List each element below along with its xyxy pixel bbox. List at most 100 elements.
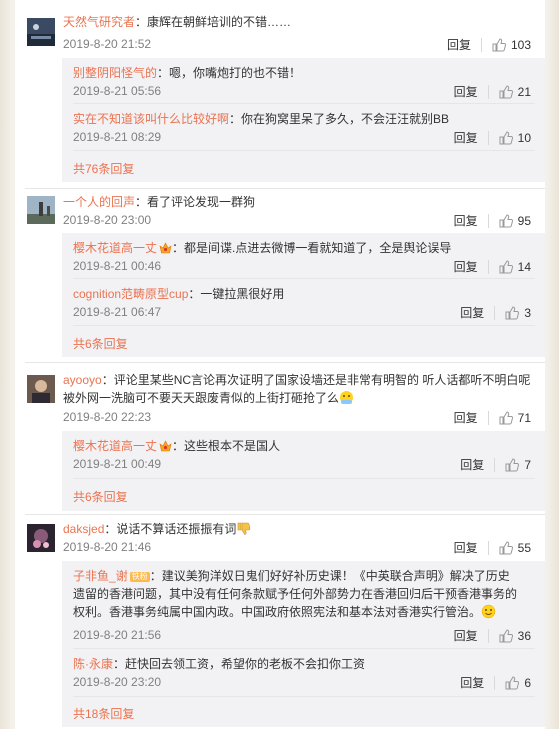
like-count: 103 (510, 37, 531, 52)
like-count: 21 (517, 84, 531, 99)
comment-text-line-2: 被外网一洗脑可不要天天跟废青似的上街打砸抢了么 (63, 391, 340, 405)
separator (487, 410, 489, 425)
thumbs-up-icon[interactable] (499, 410, 513, 425)
thumbs-up-icon[interactable] (499, 213, 513, 228)
reply-actions: 回复 6 (460, 674, 531, 691)
reply-text: ：这些根本不是国人 (172, 439, 281, 453)
avatar[interactable] (27, 18, 55, 46)
reply-list: 子非鱼_谢 铁粉 ：建议美狗洋奴日鬼们好好补历史课！《中英联合声明》解决了历史 遗留… (62, 561, 545, 727)
thumbs-down-emoji-icon (238, 522, 251, 535)
like-count: 6 (524, 675, 531, 690)
reply-button[interactable]: 回复 (454, 409, 478, 426)
more-replies-link[interactable]: 共6条回复 (73, 335, 128, 352)
fan-badge: 铁粉 (129, 572, 150, 582)
comment-author[interactable]: ayooyo (63, 373, 102, 387)
separator (487, 259, 489, 274)
comment-text: ：康辉在朝鲜培训的不错…… (135, 15, 292, 29)
thumbs-up-icon[interactable] (505, 305, 520, 320)
comment-actions: 回复 55 (454, 539, 531, 556)
reply-author[interactable]: 陈·永康 (73, 657, 113, 671)
divider (73, 278, 535, 279)
reply-author[interactable]: 别整阴阳怪气的 (73, 66, 157, 80)
comment-author[interactable]: 一个人的回声 (63, 195, 135, 209)
vip-crown-icon (159, 242, 172, 254)
comment-author[interactable]: daksjed (63, 522, 104, 536)
like-count: 55 (517, 540, 531, 555)
reply-text: ：一键拉黑很好用 (188, 287, 285, 301)
avatar[interactable] (27, 196, 55, 224)
thumbs-up-icon[interactable] (499, 259, 513, 274)
reply-text: ：建议美狗洋奴日鬼们好好补历史课！《中英联合声明》解决了历史 (149, 569, 510, 583)
reply-button[interactable]: 回复 (460, 674, 484, 691)
smile-emoji-icon (481, 604, 496, 619)
comment-time: 2019-8-20 21:52 (63, 37, 152, 51)
comment-actions: 回复 95 (454, 212, 531, 229)
comment-text: ：看了评论发现一群狗 (135, 195, 256, 209)
thumbs-up-icon[interactable] (499, 628, 513, 643)
reply-button[interactable]: 回复 (454, 212, 478, 229)
comment-author[interactable]: 天然气研究者 (63, 15, 135, 29)
thumbs-up-icon[interactable] (492, 37, 506, 52)
divider (73, 103, 535, 104)
comment-actions: 回复 71 (454, 409, 531, 426)
separator (494, 457, 496, 472)
like-count: 3 (524, 305, 531, 320)
reply-text: ：嗯，你嘴炮打的也不错！ (157, 66, 302, 80)
yawn-emoji-icon (340, 391, 354, 404)
separator (487, 628, 489, 643)
separator (494, 305, 496, 320)
like-count: 7 (524, 457, 531, 472)
reply-list: 樱木花道高一丈 ：这些根本不是国人 2019-8-21 00:49 回复 7 共6… (62, 431, 545, 511)
reply-time: 2019-8-20 23:20 (73, 675, 162, 689)
reply-button[interactable]: 回复 (454, 129, 478, 146)
comment-text: ：评论里某些NC言论再次证明了国家设墙还是非常有明智的 听人话都听不明白呢 (101, 373, 531, 387)
divider (25, 514, 545, 515)
separator (480, 37, 482, 52)
more-replies-link[interactable]: 共6条回复 (73, 488, 128, 505)
reply-button[interactable]: 回复 (447, 36, 471, 53)
reply-author[interactable]: 樱木花道高一丈 (73, 241, 157, 255)
comment-time: 2019-8-20 21:46 (63, 540, 152, 554)
like-count: 14 (517, 259, 531, 274)
thumbs-up-icon[interactable] (499, 84, 513, 99)
divider (25, 362, 545, 363)
reply-button[interactable]: 回复 (454, 539, 478, 556)
reply-time: 2019-8-21 08:29 (73, 130, 162, 144)
reply-time: 2019-8-21 05:56 (73, 84, 162, 98)
reply-author[interactable]: 实在不知道该叫什么比较好啊 (73, 112, 229, 126)
thumbs-up-icon[interactable] (505, 457, 520, 472)
reply-list: 樱木花道高一丈 ：都是间谍.点进去微博一看就知道了，全是舆论误导 2019-8-2… (62, 233, 545, 357)
reply-button[interactable]: 回复 (454, 258, 478, 275)
reply-text: ：你在狗窝里呆了多久，不会汪汪就别BB (229, 112, 450, 126)
thumbs-up-icon[interactable] (499, 540, 513, 555)
comment-time: 2019-8-20 23:00 (63, 213, 152, 227)
divider (25, 188, 545, 189)
avatar[interactable] (27, 524, 55, 552)
reply-author[interactable]: 子非鱼_谢 (73, 569, 128, 583)
reply-actions: 回复 7 (460, 456, 531, 473)
more-replies-link[interactable]: 共76条回复 (73, 160, 134, 177)
reply-time: 2019-8-21 06:47 (73, 305, 162, 319)
divider (73, 325, 535, 326)
avatar[interactable] (27, 375, 55, 403)
reply-author[interactable]: cognition范畴原型cup (73, 287, 188, 301)
reply-list: 别整阴阳怪气的：嗯，你嘴炮打的也不错！ 2019-8-21 05:56 回复 2… (62, 58, 545, 182)
like-count: 36 (517, 628, 531, 643)
reply-actions: 回复 3 (460, 304, 531, 321)
reply-button[interactable]: 回复 (460, 456, 484, 473)
divider (73, 696, 535, 697)
thumbs-up-icon[interactable] (499, 130, 513, 145)
divider (73, 648, 535, 649)
reply-button[interactable]: 回复 (460, 304, 484, 321)
reply-button[interactable]: 回复 (454, 83, 478, 100)
reply-actions: 回复 14 (454, 258, 531, 275)
reply-text: ：都是间谍.点进去微博一看就知道了，全是舆论误导 (172, 241, 452, 255)
thumbs-up-icon[interactable] (505, 675, 520, 690)
reply-button[interactable]: 回复 (454, 627, 478, 644)
reply-time: 2019-8-20 21:56 (73, 628, 162, 642)
separator (487, 84, 489, 99)
comment-time: 2019-8-20 22:23 (63, 410, 152, 424)
more-replies-link[interactable]: 共18条回复 (73, 705, 134, 722)
separator (487, 130, 489, 145)
reply-author[interactable]: 樱木花道高一丈 (73, 439, 157, 453)
